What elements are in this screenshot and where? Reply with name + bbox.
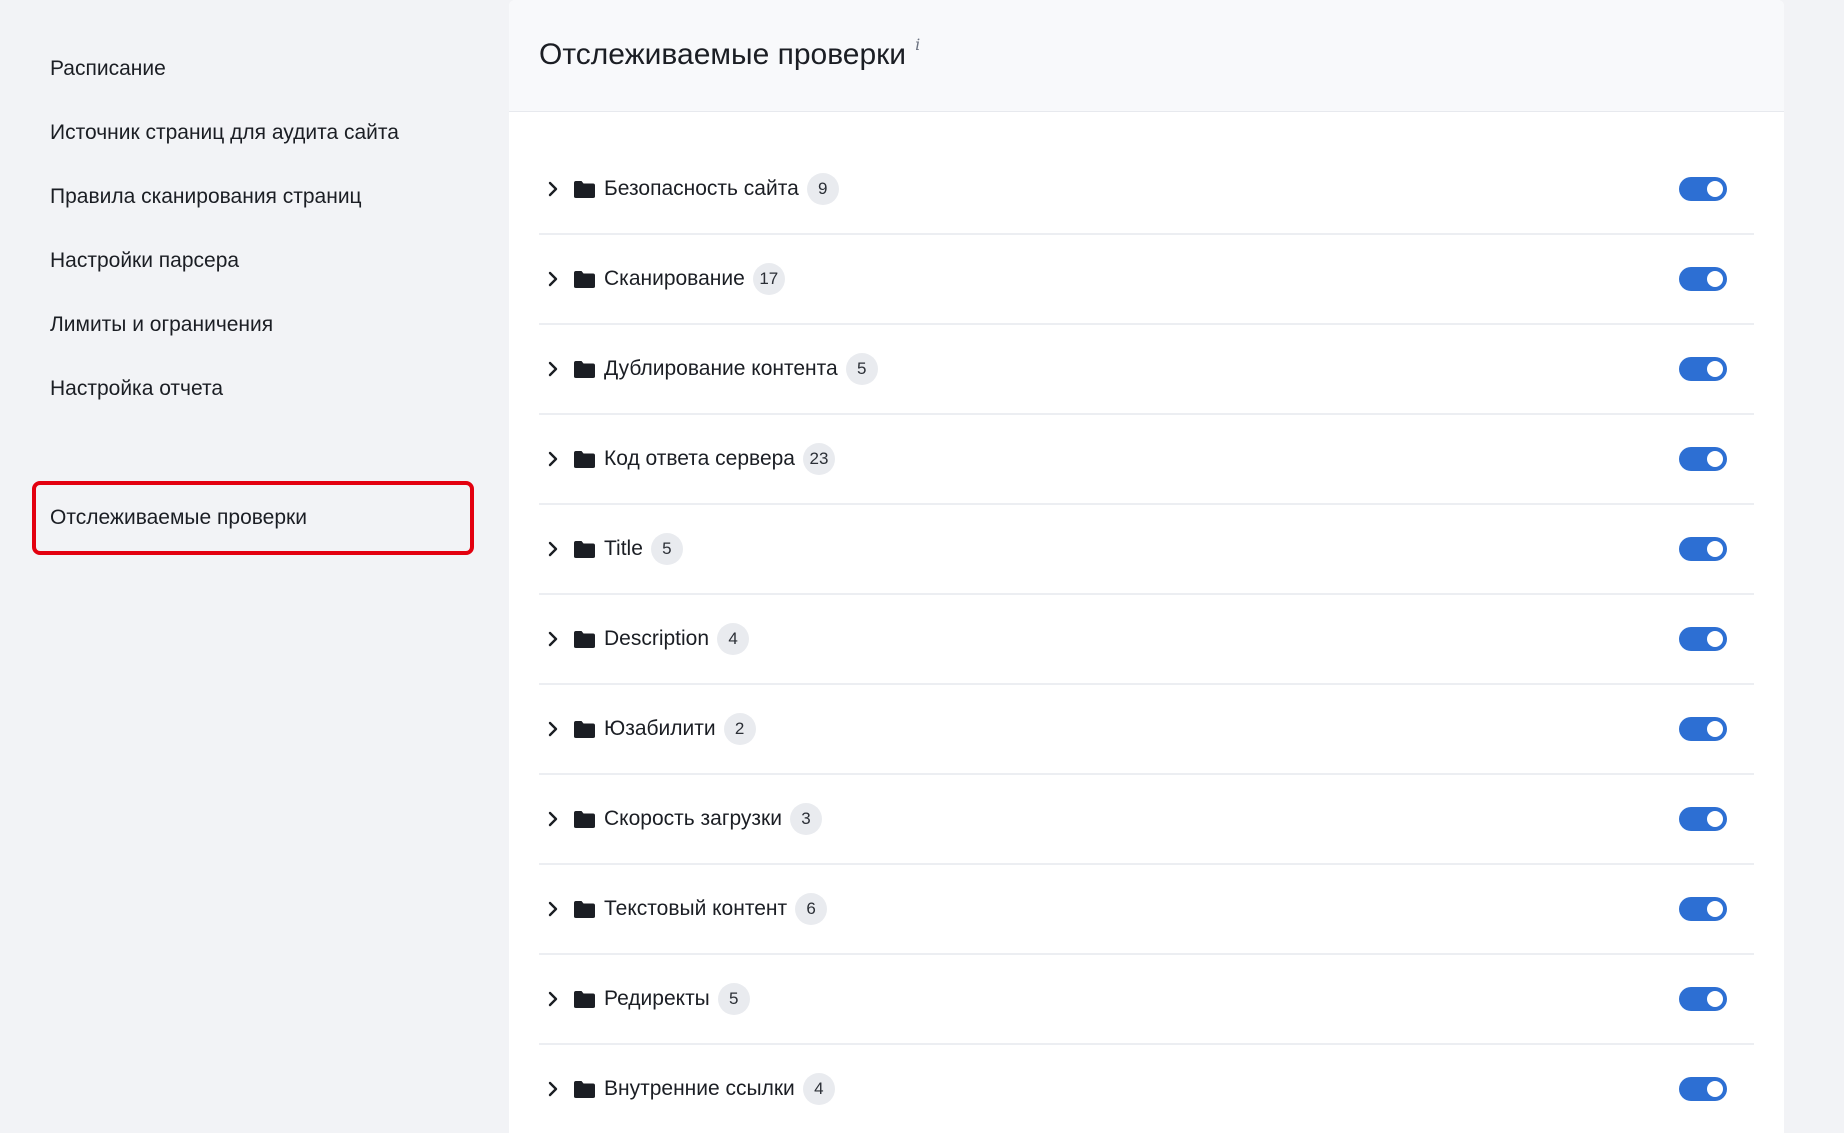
folder-icon <box>573 1079 596 1099</box>
chevron-right-icon[interactable] <box>541 1077 565 1101</box>
check-count-badge: 5 <box>717 983 750 1015</box>
check-group-row: Title 5 <box>539 505 1754 595</box>
folder-icon <box>573 809 596 829</box>
check-count-badge: 9 <box>806 173 839 205</box>
toggle-knob <box>1707 811 1723 827</box>
toggle-knob <box>1707 721 1723 737</box>
page-title: Отслеживаемые проверки <box>539 37 907 71</box>
folder-icon <box>573 989 596 1009</box>
check-group-row: Безопасность сайта 9 <box>539 145 1754 235</box>
sidebar-item-page-source[interactable]: Источник страниц для аудита сайта <box>32 100 474 166</box>
check-group-name: Title <box>604 537 643 560</box>
check-group-toggle[interactable] <box>1679 897 1727 921</box>
sidebar-item-schedule[interactable]: Расписание <box>32 36 474 102</box>
chevron-right-icon[interactable] <box>541 987 565 1011</box>
check-group-name: Внутренние ссылки <box>604 1077 795 1100</box>
check-group-toggle[interactable] <box>1679 177 1727 201</box>
sidebar-item-label: Источник страниц для аудита сайта <box>50 121 399 144</box>
chevron-right-icon[interactable] <box>541 267 565 291</box>
folder-icon <box>573 629 596 649</box>
sidebar-item-report-settings[interactable]: Настройка отчета <box>32 356 474 422</box>
chevron-right-icon[interactable] <box>541 177 565 201</box>
tracked-checks-panel: Отслеживаемые проверки i Безопасность са… <box>509 0 1784 1133</box>
check-group-toggle[interactable] <box>1679 447 1727 471</box>
check-group-name: Текстовый контент <box>604 897 788 920</box>
check-group-row: Юзабилити 2 <box>539 685 1754 775</box>
chevron-right-icon[interactable] <box>541 627 565 651</box>
sidebar-item-parser-settings[interactable]: Настройки парсера <box>32 228 474 294</box>
toggle-knob <box>1707 1081 1723 1097</box>
toggle-knob <box>1707 451 1723 467</box>
check-group-name: Description <box>604 627 710 650</box>
chevron-right-icon[interactable] <box>541 537 565 561</box>
sidebar-item-label: Настройки парсера <box>50 249 240 272</box>
check-count-badge: 23 <box>803 443 835 475</box>
toggle-knob <box>1707 901 1723 917</box>
toggle-knob <box>1707 361 1723 377</box>
check-group-toggle[interactable] <box>1679 1077 1727 1101</box>
check-group-row: Код ответа сервера 23 <box>539 415 1754 505</box>
toggle-knob <box>1707 991 1723 1007</box>
check-count-badge: 17 <box>752 263 785 295</box>
check-group-row: Внутренние ссылки 4 <box>539 1045 1754 1133</box>
chevron-right-icon[interactable] <box>541 897 565 921</box>
check-count-badge: 5 <box>650 533 683 565</box>
chevron-right-icon[interactable] <box>541 807 565 831</box>
chevron-right-icon[interactable] <box>541 717 565 741</box>
sidebar-item-label: Отслеживаемые проверки <box>50 506 307 529</box>
toggle-knob <box>1707 271 1723 287</box>
folder-icon <box>573 179 596 199</box>
check-count-badge: 6 <box>795 893 828 925</box>
folder-icon <box>573 899 596 919</box>
check-group-toggle[interactable] <box>1679 717 1727 741</box>
chevron-right-icon[interactable] <box>541 447 565 471</box>
check-group-list: Безопасность сайта 9 Сканирование 17 Дуб… <box>539 145 1754 1133</box>
check-group-name: Код ответа сервера <box>604 447 795 470</box>
check-group-row: Дублирование контента 5 <box>539 325 1754 415</box>
check-count-badge: 2 <box>723 713 756 745</box>
check-group-row: Скорость загрузки 3 <box>539 775 1754 865</box>
check-group-toggle[interactable] <box>1679 267 1727 291</box>
check-group-row: Description 4 <box>539 595 1754 685</box>
folder-icon <box>573 359 596 379</box>
check-group-name: Юзабилити <box>604 717 716 740</box>
check-count-badge: 3 <box>789 803 822 835</box>
check-group-name: Безопасность сайта <box>604 177 799 200</box>
settings-sidebar: Расписание Источник страниц для аудита с… <box>0 0 500 1133</box>
sidebar-item-limits[interactable]: Лимиты и ограничения <box>32 292 474 358</box>
check-group-toggle[interactable] <box>1679 807 1727 831</box>
folder-icon <box>573 269 596 289</box>
check-group-toggle[interactable] <box>1679 987 1727 1011</box>
check-count-badge: 4 <box>802 1073 835 1105</box>
check-group-toggle[interactable] <box>1679 537 1727 561</box>
toggle-knob <box>1707 541 1723 557</box>
settings-page: Расписание Источник страниц для аудита с… <box>0 0 1844 1133</box>
info-icon[interactable]: i <box>915 35 920 54</box>
check-group-toggle[interactable] <box>1679 357 1727 381</box>
check-group-row: Редиректы 5 <box>539 955 1754 1045</box>
folder-icon <box>573 719 596 739</box>
folder-icon <box>573 449 596 469</box>
check-group-row: Сканирование 17 <box>539 235 1754 325</box>
folder-icon <box>573 539 596 559</box>
sidebar-item-scan-rules[interactable]: Правила сканирования страниц <box>32 164 474 230</box>
chevron-right-icon[interactable] <box>541 357 565 381</box>
check-group-toggle[interactable] <box>1679 627 1727 651</box>
check-count-badge: 4 <box>717 623 750 655</box>
sidebar-item-label: Настройка отчета <box>50 377 224 400</box>
panel-header: Отслеживаемые проверки i <box>509 0 1784 112</box>
toggle-knob <box>1707 631 1723 647</box>
check-group-name: Редиректы <box>604 987 710 1010</box>
sidebar-item-label: Расписание <box>50 57 166 80</box>
sidebar-item-label: Правила сканирования страниц <box>50 185 362 208</box>
sidebar-item-label: Лимиты и ограничения <box>50 313 274 336</box>
check-count-badge: 5 <box>845 353 878 385</box>
sidebar-item-tracked-checks[interactable]: Отслеживаемые проверки <box>32 481 474 555</box>
check-group-row: Текстовый контент 6 <box>539 865 1754 955</box>
check-group-name: Скорость загрузки <box>604 807 782 830</box>
toggle-knob <box>1707 181 1723 197</box>
check-group-name: Сканирование <box>604 267 745 290</box>
check-group-name: Дублирование контента <box>604 357 838 380</box>
